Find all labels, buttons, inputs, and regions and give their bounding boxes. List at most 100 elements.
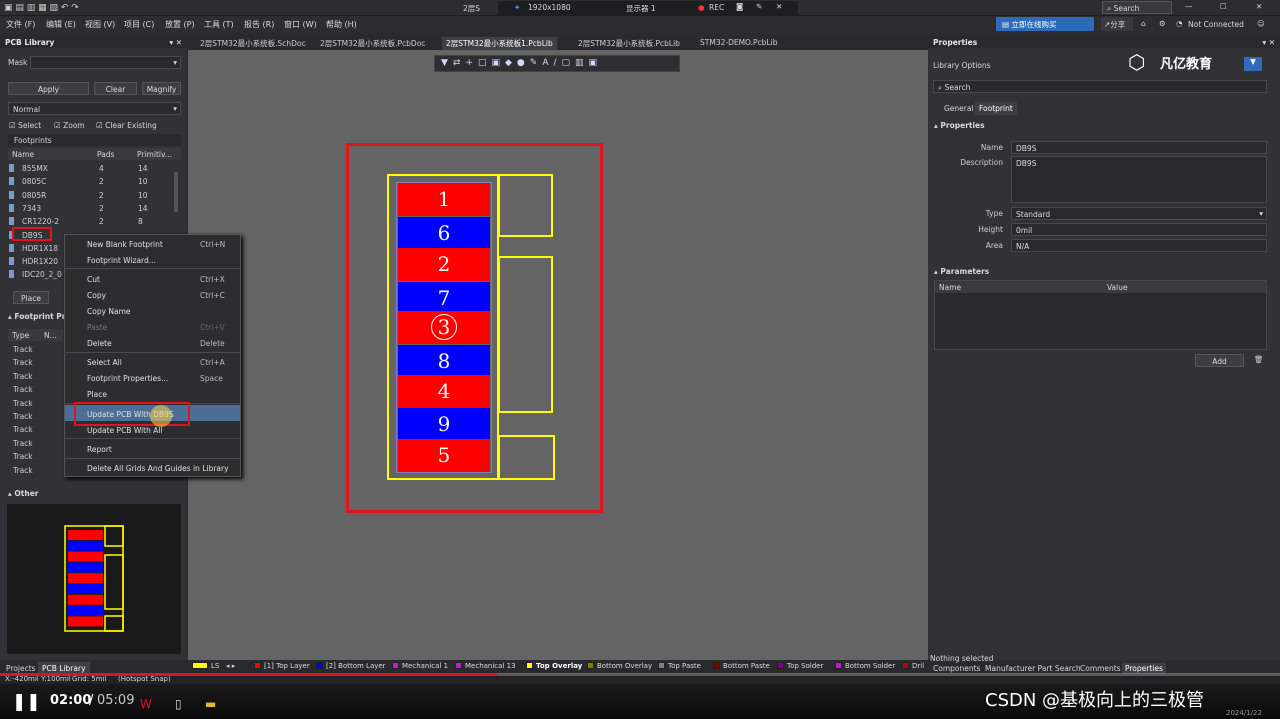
monitor-label[interactable]: 显示器 1 [626, 3, 656, 14]
footprint-row[interactable]: 0805C 2 10 [9, 176, 174, 188]
pad-6[interactable]: 6 [398, 217, 490, 249]
taskbar-app-icon[interactable]: W [140, 697, 152, 711]
pause-icon[interactable]: ❚❚ [12, 692, 41, 712]
layer-tab[interactable]: Mechanical 1 [392, 662, 448, 670]
menu-view[interactable]: 视图 (V) [85, 19, 115, 30]
tab-pcblib-active[interactable]: 2层STM32最小系统板1.PcbLib [442, 37, 557, 50]
primitive-row[interactable]: Track [13, 399, 33, 411]
menu-project[interactable]: 项目 (C) [124, 19, 154, 30]
ctx-menu-item[interactable]: Delete [87, 339, 112, 348]
pad-1[interactable]: 1 [398, 183, 490, 216]
primitive-row[interactable]: Track [13, 385, 33, 397]
filter-icon[interactable]: ▼ [1244, 57, 1262, 71]
col-type[interactable]: Type [12, 331, 29, 340]
pad-4[interactable]: 4 [398, 375, 490, 408]
taskbar-app-icon[interactable]: ▯ [175, 697, 182, 711]
tab-pcbdoc[interactable]: 2层STM32最小系统板.PcbDoc [316, 37, 429, 50]
ctx-menu-item[interactable]: Update PCB With All [87, 426, 163, 435]
ctx-menu-item[interactable]: Delete All Grids And Guides in Library [87, 464, 229, 473]
global-search-input[interactable]: ⌕ Search [1102, 1, 1172, 14]
toolbar-icons[interactable]: ▼⇄+□▣◆●✎A/▢▥▣ [441, 58, 602, 68]
ctx-menu-item[interactable]: Select All [87, 358, 122, 367]
layer-tab[interactable]: Mechanical 13 [455, 662, 516, 670]
ctx-menu-item[interactable]: Footprint Properties... [87, 374, 168, 383]
type-select[interactable]: Standard ▾ [1011, 207, 1267, 220]
connection-status[interactable]: Not Connected [1188, 20, 1244, 29]
zoom-checkbox[interactable]: ☑ Zoom [54, 121, 85, 130]
ctx-menu-item[interactable]: Copy Name [87, 307, 131, 316]
layer-tab[interactable]: Top Solder [777, 662, 823, 670]
user-icon[interactable]: ☺ [1257, 19, 1265, 28]
col-name[interactable]: Name [12, 150, 34, 159]
ctx-menu-item[interactable]: Report [87, 445, 112, 454]
tab-manufacturer-part-search[interactable]: Manufacturer Part Search [985, 664, 1081, 673]
video-progress-track[interactable] [0, 673, 1280, 676]
ctx-menu-item[interactable]: Copy [87, 291, 106, 300]
pin-icon[interactable]: ✦ [514, 3, 520, 12]
ctx-menu-item[interactable]: Footprint Wizard... [87, 256, 156, 265]
pad-5[interactable]: 5 [398, 439, 490, 472]
primitive-row[interactable]: Track [13, 425, 33, 437]
col-pads[interactable]: Pads [97, 150, 114, 159]
menu-edit[interactable]: 编辑 (E) [46, 19, 76, 30]
taskbar-folder-icon[interactable]: ▬ [205, 697, 216, 711]
col-param-name[interactable]: Name [939, 283, 961, 292]
pad-7[interactable]: 7 [398, 282, 490, 314]
trash-icon[interactable]: 🗑 [1254, 355, 1264, 364]
footprint-row[interactable]: 855MX 4 14 [9, 163, 174, 175]
footprint-row[interactable]: 7343 2 14 [9, 203, 174, 215]
buy-online-button[interactable]: ▤ 立即在线购买 [996, 17, 1094, 31]
scrollbar[interactable] [174, 172, 178, 212]
layer-tab[interactable]: Bottom Solder [835, 662, 895, 670]
magnify-button[interactable]: Magnify [142, 82, 181, 95]
camera-icon[interactable]: ◙ [736, 2, 743, 11]
primitive-row[interactable]: Track [13, 345, 33, 357]
tab-comments[interactable]: Comments [1080, 664, 1121, 673]
tab-general[interactable]: General [944, 104, 974, 113]
rec-label[interactable]: REC [709, 3, 724, 12]
primitive-row[interactable]: Track [13, 358, 33, 370]
layer-tab[interactable]: [2] Bottom Layer [316, 662, 386, 670]
select-checkbox[interactable]: ☑ Select [9, 121, 41, 130]
primitive-row[interactable]: Track [13, 372, 33, 384]
pad-9[interactable]: 9 [398, 408, 490, 440]
menu-file[interactable]: 文件 (F) [6, 19, 35, 30]
tab-schdoc[interactable]: 2层STM32最小系统板.SchDoc [196, 37, 310, 50]
layer-tab[interactable]: Bottom Overlay [587, 662, 652, 670]
primitive-row[interactable]: Track [13, 412, 33, 424]
maximize-icon[interactable]: ☐ [1220, 2, 1227, 11]
tab-components[interactable]: Components [933, 664, 980, 673]
col-param-value[interactable]: Value [1107, 283, 1128, 292]
ctx-menu-item[interactable]: Cut [87, 275, 100, 284]
share-button[interactable]: ↗分享 [1101, 17, 1133, 31]
tab-demo-pcblib[interactable]: STM32-DEMO.PcbLib [696, 37, 781, 50]
menu-help[interactable]: 帮助 (H) [326, 19, 357, 30]
height-field[interactable]: 0mil [1011, 223, 1267, 236]
layer-tab[interactable]: Top Overlay [526, 662, 582, 670]
menu-place[interactable]: 放置 (P) [165, 19, 195, 30]
layer-tab[interactable]: LS [192, 662, 219, 670]
description-field[interactable]: DB9S [1011, 156, 1267, 203]
pad-2[interactable]: 2 [398, 248, 490, 281]
close-icon[interactable]: ✕ [776, 2, 782, 11]
pen-icon[interactable]: ✎ [756, 2, 762, 11]
layer-tab[interactable]: Dril [902, 662, 924, 670]
panel-pin-icon[interactable]: ▾ ✕ [169, 38, 182, 47]
clear-button[interactable]: Clear [94, 82, 137, 95]
tab-pcblib[interactable]: 2层STM32最小系统板.PcbLib [574, 37, 684, 50]
clear-existing-checkbox[interactable]: ☑ Clear Existing [96, 121, 157, 130]
minimize-icon[interactable]: — [1185, 2, 1193, 11]
place-button[interactable]: Place [13, 291, 49, 304]
layer-scroll-icons[interactable]: ◂ ▸ [226, 662, 235, 670]
tab-projects[interactable]: Projects [6, 664, 36, 673]
menu-tools[interactable]: 工具 (T) [204, 19, 234, 30]
tab-footprint[interactable]: Footprint [975, 102, 1017, 115]
primitive-row[interactable]: Track [13, 452, 33, 464]
properties-search-input[interactable]: ⌕ Search [933, 80, 1267, 93]
settings-icon[interactable]: ⚙ [1159, 19, 1166, 28]
col-primitives[interactable]: Primitiv... [137, 150, 172, 159]
menu-window[interactable]: 窗口 (W) [284, 19, 317, 30]
menu-reports[interactable]: 报告 (R) [244, 19, 274, 30]
bell-icon[interactable]: ◔ [1176, 19, 1183, 28]
add-parameter-button[interactable]: Add [1195, 354, 1244, 367]
